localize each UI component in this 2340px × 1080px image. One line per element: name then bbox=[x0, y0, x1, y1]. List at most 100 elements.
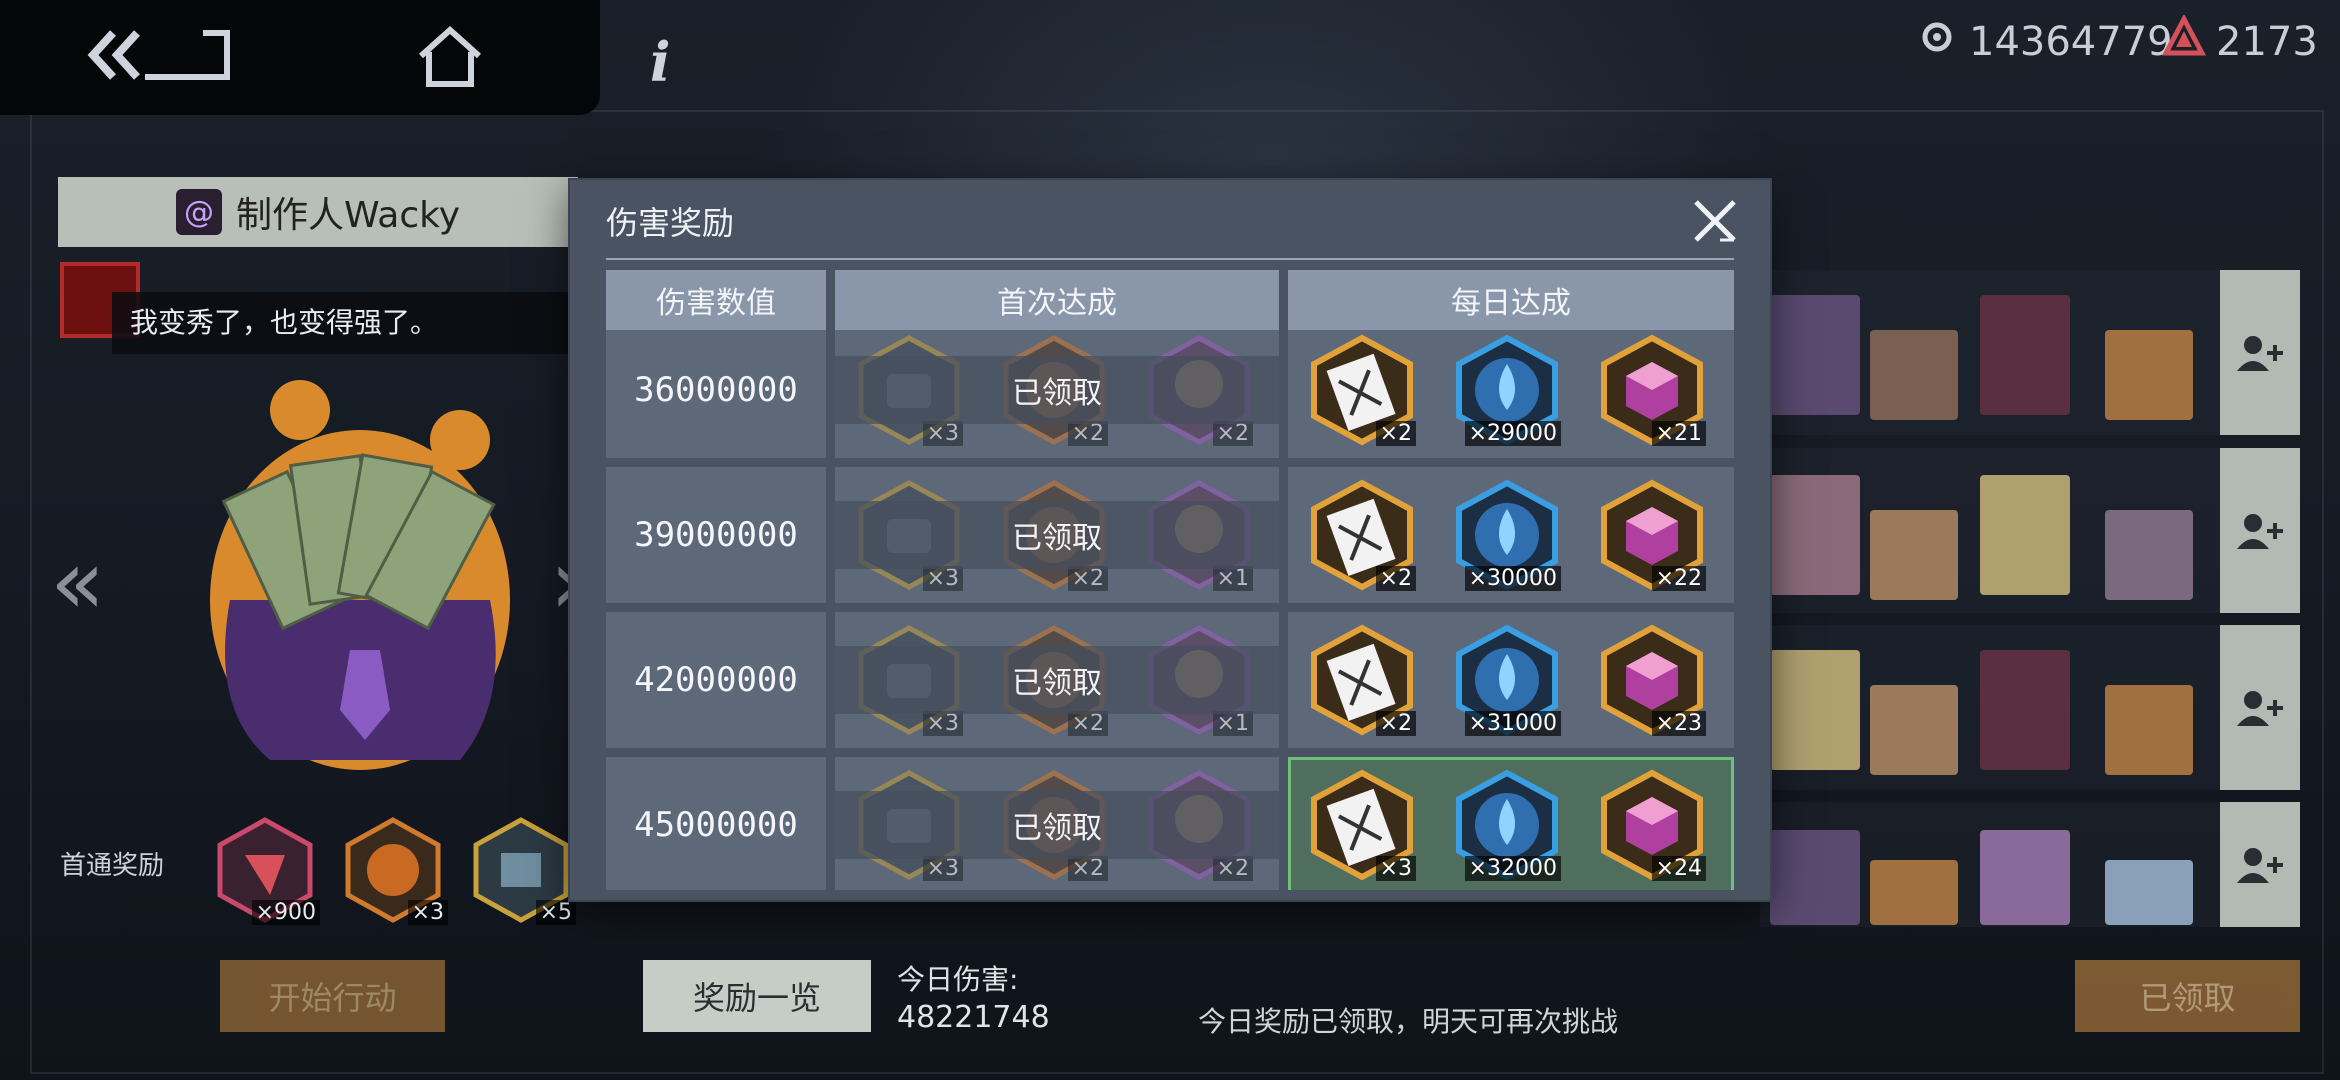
character-portrait bbox=[2105, 685, 2193, 775]
gem-amount: 2173 bbox=[2216, 19, 2318, 65]
reward-item[interactable]: ×32000 bbox=[1451, 769, 1563, 881]
character-portrait bbox=[1870, 685, 1958, 775]
reward-item[interactable]: ×3 bbox=[338, 815, 448, 925]
top-bar bbox=[0, 0, 600, 115]
add-user-icon bbox=[2237, 335, 2283, 371]
reward-qty: ×2 bbox=[1375, 421, 1416, 446]
character-portrait bbox=[1870, 510, 1958, 600]
character-portrait bbox=[1980, 830, 2070, 925]
damage-reward-modal: 伤害奖励 伤害数值 首次达成 每日达成 36000000 ×3 ×2 ×2 已领取 ×2 ×… bbox=[570, 180, 1770, 900]
reward-row: 36000000 ×3 ×2 ×2 已领取 ×2 ×29000 ×21 bbox=[606, 330, 1734, 458]
reward-qty: ×3 bbox=[922, 711, 963, 736]
character-portrait bbox=[1870, 330, 1958, 420]
reward-item[interactable]: ×900 bbox=[210, 815, 320, 925]
reward-item[interactable]: ×2 bbox=[1306, 624, 1418, 736]
reward-qty: ×900 bbox=[251, 900, 320, 925]
back-button[interactable] bbox=[85, 25, 235, 85]
claimed-label: 已领取 bbox=[1012, 376, 1102, 411]
first-reach-cell: ×3 ×2 ×1 已领取 bbox=[835, 467, 1279, 603]
spiral-icon: @ bbox=[175, 189, 222, 235]
add-user-icon bbox=[2237, 847, 2283, 883]
daily-notice: 今日奖励已领取，明天可再次挑战 bbox=[1198, 1005, 1619, 1038]
reward-table[interactable]: 36000000 ×3 ×2 ×2 已领取 ×2 ×29000 ×21 39000000 ×3 ×2… bbox=[606, 330, 1734, 890]
reward-item[interactable]: ×2 bbox=[1306, 334, 1418, 446]
reward-qty: ×1 bbox=[1212, 566, 1253, 591]
reward-qty: ×22 bbox=[1651, 566, 1706, 591]
info-button[interactable]: i bbox=[650, 30, 671, 94]
reward-item[interactable]: ×3 bbox=[1306, 769, 1418, 881]
back-arrow-icon bbox=[87, 30, 230, 80]
reward-row: 39000000 ×3 ×2 ×1 已领取 ×2 ×30000 ×22 bbox=[606, 467, 1734, 603]
home-icon bbox=[418, 25, 482, 87]
reward-qty: ×30000 bbox=[1464, 566, 1561, 591]
reward-qty: ×24 bbox=[1651, 856, 1706, 881]
reward-item[interactable]: ×24 bbox=[1596, 769, 1708, 881]
reward-qty: ×29000 bbox=[1464, 421, 1561, 446]
reward-qty: ×2 bbox=[1375, 711, 1416, 736]
add-member-button[interactable] bbox=[2220, 802, 2300, 927]
daily-reach-cell: ×2 ×30000 ×22 bbox=[1288, 467, 1734, 603]
today-damage-label: 今日伤害: bbox=[897, 963, 1019, 996]
character-portrait bbox=[2105, 860, 2193, 925]
add-member-button[interactable] bbox=[2220, 448, 2300, 613]
daily-reach-cell[interactable]: ×3 ×32000 ×24 bbox=[1288, 757, 1734, 890]
creator-name: 制作人Wacky bbox=[235, 195, 461, 236]
today-damage-value: 48221748 bbox=[897, 1000, 1050, 1035]
reward-row: 42000000 ×3 ×2 ×1 已领取 ×2 ×31000 ×23 bbox=[606, 612, 1734, 748]
coin-counter: 14364779 bbox=[1915, 14, 2173, 70]
claimed-button[interactable]: 已领取 bbox=[2075, 960, 2300, 1032]
reward-qty: ×2 bbox=[1212, 421, 1253, 446]
header-first-reach: 首次达成 bbox=[835, 270, 1279, 330]
reward-item[interactable]: ×23 bbox=[1596, 624, 1708, 736]
character-portrait bbox=[1770, 295, 1860, 415]
header-daily-reach: 每日达成 bbox=[1288, 270, 1734, 330]
reward-qty: ×31000 bbox=[1464, 711, 1561, 736]
close-button[interactable] bbox=[1690, 196, 1740, 246]
first-clear-label: 首通奖励 bbox=[60, 851, 165, 881]
reward-row: 45000000 ×3 ×2 ×2 已领取 ×3 ×32000 ×24 bbox=[606, 757, 1734, 890]
reward-item[interactable]: ×29000 bbox=[1451, 334, 1563, 446]
add-user-icon bbox=[2237, 513, 2283, 549]
character-portrait bbox=[1980, 295, 2070, 415]
claimed-label: 已领取 bbox=[1012, 666, 1102, 701]
daily-reach-cell: ×2 ×29000 ×21 bbox=[1288, 330, 1734, 458]
add-member-button[interactable] bbox=[2220, 270, 2300, 435]
reward-qty: ×2 bbox=[1067, 711, 1108, 736]
speech-bubble: 我变秀了，也变得强了。 bbox=[112, 292, 570, 354]
add-member-button[interactable] bbox=[2220, 625, 2300, 790]
character-portrait bbox=[1980, 650, 2070, 770]
reward-list-button[interactable]: 奖励一览 bbox=[643, 960, 871, 1032]
reward-item[interactable]: ×2 bbox=[1306, 479, 1418, 591]
character-portrait bbox=[2105, 510, 2193, 600]
reward-qty: ×2 bbox=[1067, 421, 1108, 446]
reward-item[interactable]: ×31000 bbox=[1451, 624, 1563, 736]
claimed-label: 已领取 bbox=[1012, 521, 1102, 556]
damage-threshold: 42000000 bbox=[606, 612, 826, 748]
gem-counter: 2173 bbox=[2161, 13, 2318, 70]
first-reach-cell: ×3 ×2 ×2 已领取 bbox=[835, 757, 1279, 890]
reward-item[interactable]: ×30000 bbox=[1451, 479, 1563, 591]
character-portrait bbox=[1980, 475, 2070, 595]
reward-qty: ×3 bbox=[922, 856, 963, 881]
reward-qty: ×21 bbox=[1651, 421, 1706, 446]
reward-qty: ×3 bbox=[922, 566, 963, 591]
reward-qty: ×23 bbox=[1651, 711, 1706, 736]
home-button[interactable] bbox=[415, 22, 485, 92]
character-portrait bbox=[2105, 330, 2193, 420]
coin-icon bbox=[1915, 15, 1959, 69]
close-icon bbox=[1694, 200, 1736, 242]
title-divider bbox=[606, 258, 1734, 260]
reward-qty: ×3 bbox=[407, 900, 448, 925]
damage-threshold: 45000000 bbox=[606, 757, 826, 890]
start-action-button[interactable]: 开始行动 bbox=[220, 960, 445, 1032]
reward-item[interactable]: ×22 bbox=[1596, 479, 1708, 591]
previous-boss-chevron[interactable]: « bbox=[50, 530, 105, 635]
reward-qty: ×3 bbox=[922, 421, 963, 446]
reward-qty: ×2 bbox=[1067, 856, 1108, 881]
damage-threshold: 39000000 bbox=[606, 467, 826, 603]
reward-qty: ×2 bbox=[1067, 566, 1108, 591]
first-reach-cell: ×3 ×2 ×2 已领取 bbox=[835, 330, 1279, 458]
reward-item[interactable]: ×21 bbox=[1596, 334, 1708, 446]
character-portrait bbox=[1770, 650, 1860, 770]
reward-item[interactable]: ×5 bbox=[466, 815, 576, 925]
